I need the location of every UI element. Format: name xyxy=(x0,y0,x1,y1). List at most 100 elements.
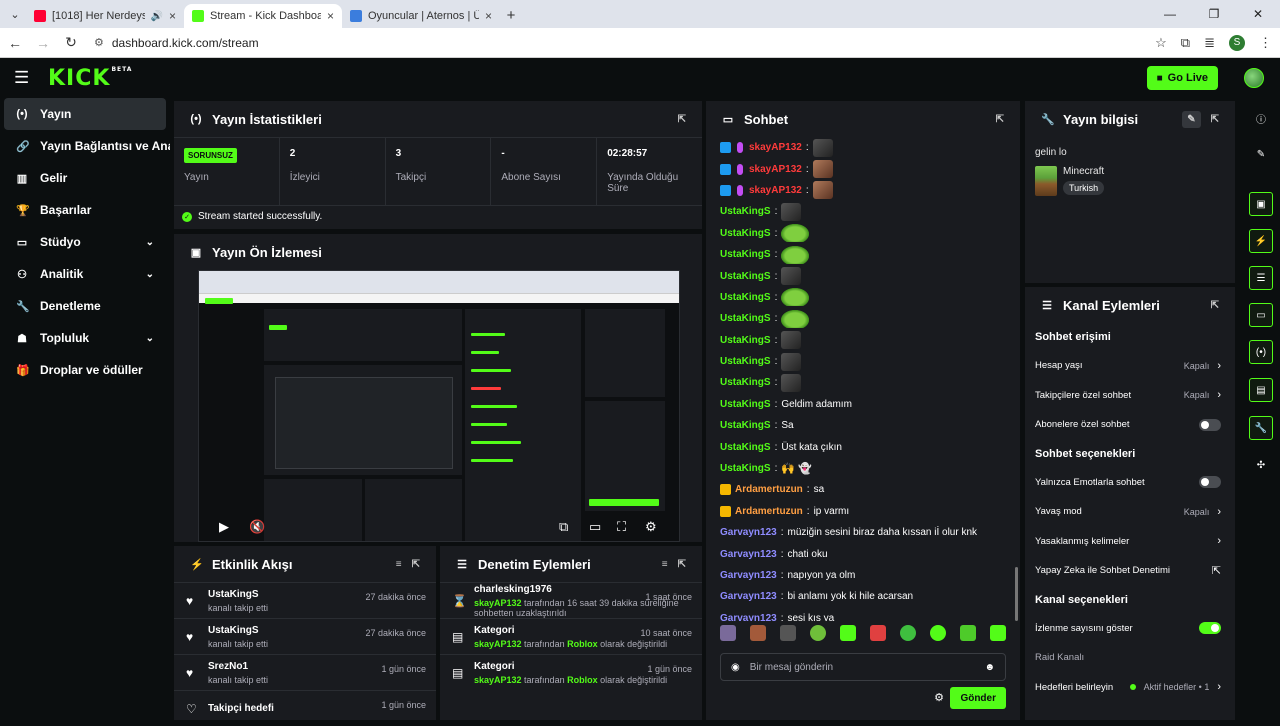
emote-icon[interactable] xyxy=(870,625,886,641)
popout-icon[interactable]: ⇱ xyxy=(996,114,1004,125)
tab-close-icon[interactable]: × xyxy=(485,9,492,23)
tab-close-icon[interactable]: × xyxy=(169,9,176,23)
popout-icon[interactable]: ⇱ xyxy=(1211,300,1219,311)
popout-icon[interactable]: ⇱ xyxy=(678,559,686,570)
chat-username[interactable]: skayAP132 xyxy=(749,185,802,196)
emoji-icon[interactable]: ☻ xyxy=(984,662,995,673)
stack-icon[interactable]: ▤ xyxy=(1249,378,1273,402)
tab-search-icon[interactable]: ⌄ xyxy=(4,3,26,25)
chat-username[interactable]: UstaKingS xyxy=(720,420,771,431)
chat-username[interactable]: Garvayn123 xyxy=(720,527,777,538)
profile-avatar[interactable]: S xyxy=(1229,35,1245,51)
sidebar-item-studio[interactable]: ▭ Stüdyo ⌄ xyxy=(0,226,170,258)
url-field[interactable]: ⚙ dashboard.kick.com/stream xyxy=(92,32,1141,54)
chat-username[interactable]: Garvayn123 xyxy=(720,591,777,602)
forward-icon[interactable]: → xyxy=(36,35,50,51)
sidebar-item-stream[interactable]: (•) Yayın xyxy=(4,98,166,130)
feed-username[interactable]: UstaKingS xyxy=(208,625,268,636)
sidebar-item-moderation[interactable]: 🔧 Denetleme xyxy=(0,290,170,322)
feed-username[interactable]: UstaKingS xyxy=(208,589,268,600)
reading-list-icon[interactable]: ≣ xyxy=(1204,35,1215,51)
chat-username[interactable]: skayAP132 xyxy=(749,164,802,175)
chat-username[interactable]: UstaKingS xyxy=(720,228,771,239)
bookmark-star-icon[interactable]: ☆ xyxy=(1155,35,1167,51)
subs-only-toggle[interactable] xyxy=(1199,419,1221,431)
emote-icon[interactable] xyxy=(960,625,976,641)
audio-icon[interactable]: 🔊 xyxy=(151,11,163,22)
filter-icon[interactable]: ≡ xyxy=(396,559,402,570)
setting-account-age[interactable]: Hesap yaşı Kapalı› xyxy=(1025,351,1235,381)
modlog-game[interactable]: Roblox xyxy=(567,639,598,649)
play-icon[interactable]: ▶ xyxy=(219,519,229,535)
chat-username[interactable]: Ardamertuzun xyxy=(735,506,803,517)
menu-kebab-icon[interactable]: ⋮ xyxy=(1259,35,1272,51)
new-tab-button[interactable]: + xyxy=(500,4,522,26)
modlog-actor[interactable]: skayAP132 xyxy=(474,675,522,685)
mute-icon[interactable]: 🔇 xyxy=(249,519,265,535)
emote-icon[interactable] xyxy=(930,625,946,641)
browser-tab-kick[interactable]: Stream - Kick Dashboard × xyxy=(184,4,342,28)
chat-username[interactable]: skayAP132 xyxy=(749,142,802,153)
chat-username[interactable]: UstaKingS xyxy=(720,356,771,367)
emote-icon[interactable] xyxy=(810,625,826,641)
chat-username[interactable]: UstaKingS xyxy=(720,463,771,474)
emote-icon[interactable] xyxy=(840,625,856,641)
edit-pencil-icon[interactable]: ✎ xyxy=(1249,142,1273,166)
setting-banned-words[interactable]: Yasaklanmış kelimeler › xyxy=(1025,527,1235,557)
sidebar-item-revenue[interactable]: ▥ Gelir xyxy=(0,162,170,194)
chat-username[interactable]: UstaKingS xyxy=(720,377,771,388)
list-icon[interactable]: ☰ xyxy=(1249,266,1273,290)
kick-logo[interactable]: KICKBETA xyxy=(48,66,132,91)
go-live-button[interactable]: ■ Go Live xyxy=(1147,66,1218,90)
chat-username[interactable]: Garvayn123 xyxy=(720,613,777,621)
popout-icon[interactable]: ⇱ xyxy=(678,114,686,125)
chat-username[interactable]: UstaKingS xyxy=(720,313,771,324)
emote-icon[interactable] xyxy=(900,625,916,641)
reload-icon[interactable]: ↻ xyxy=(64,34,78,51)
stream-preview-video[interactable]: ▶ 🔇 ⧉ ▭ ⛶ ⚙ xyxy=(198,270,680,542)
minimize-icon[interactable]: — xyxy=(1148,0,1192,28)
back-icon[interactable]: ← xyxy=(8,35,22,51)
popout-icon[interactable]: ⇱ xyxy=(1211,114,1219,125)
emote-icon[interactable] xyxy=(720,625,736,641)
chat-username[interactable]: UstaKingS xyxy=(720,399,771,410)
chat-messages[interactable]: skayAP132:skayAP132:skayAP132:UstaKingS:… xyxy=(706,137,1020,621)
hamburger-menu-icon[interactable]: ☰ xyxy=(14,68,34,88)
sidebar-item-achievements[interactable]: 🏆 Başarılar xyxy=(0,194,170,226)
setting-goals[interactable]: Hedefleri belirleyin Aktif hedefler • 1› xyxy=(1025,673,1235,703)
edit-pencil-icon[interactable]: ✎ xyxy=(1182,111,1200,128)
chat-username[interactable]: UstaKingS xyxy=(720,206,771,217)
chat-username[interactable]: UstaKingS xyxy=(720,292,771,303)
filter-icon[interactable]: ≡ xyxy=(662,559,668,570)
emote-icon[interactable] xyxy=(750,625,766,641)
wrench-icon[interactable]: 🔧 xyxy=(1249,416,1273,440)
modlog-actor[interactable]: skayAP132 xyxy=(474,639,522,649)
emote-icon[interactable] xyxy=(990,625,1006,641)
setting-slow-mode[interactable]: Yavaş mod Kapalı› xyxy=(1025,497,1235,527)
settings-gear-icon[interactable]: ⚙ xyxy=(645,519,657,535)
modlog-game[interactable]: Roblox xyxy=(567,675,598,685)
extensions-icon[interactable]: ⧉ xyxy=(1181,35,1190,51)
pip-icon[interactable]: ⧉ xyxy=(559,519,568,535)
show-viewers-toggle[interactable] xyxy=(1199,622,1221,634)
chat-username[interactable]: UstaKingS xyxy=(720,335,771,346)
tab-close-icon[interactable]: × xyxy=(327,9,334,23)
sparkle-icon[interactable]: ◉ xyxy=(731,662,740,673)
popout-icon[interactable]: ⇱ xyxy=(412,559,420,570)
chat-input[interactable]: ◉ Bir mesaj gönderin ☻ xyxy=(720,653,1006,681)
fullscreen-icon[interactable]: ⛶ xyxy=(617,519,626,535)
browser-tab-aternos[interactable]: Oyuncular | Aternos | Ücretsiz M × xyxy=(342,4,500,28)
chat-bubble-icon[interactable]: ▭ xyxy=(1249,303,1273,327)
browser-tab-youtube[interactable]: [1018] Her Nerdeysen - You 🔊 × xyxy=(26,4,184,28)
site-info-icon[interactable]: ⚙ xyxy=(94,36,104,49)
chat-username[interactable]: UstaKingS xyxy=(720,249,771,260)
chat-username[interactable]: UstaKingS xyxy=(720,442,771,453)
chat-username[interactable]: Ardamertuzun xyxy=(735,484,803,495)
chat-username[interactable]: Garvayn123 xyxy=(720,570,777,581)
preview-toggle-icon[interactable]: ▣ xyxy=(1249,192,1273,216)
sidebar-item-community[interactable]: ☗ Topluluk ⌄ xyxy=(0,322,170,354)
send-button[interactable]: Gönder xyxy=(950,687,1006,709)
sidebar-item-analytics[interactable]: ⚇ Analitik ⌄ xyxy=(0,258,170,290)
sidebar-item-drops[interactable]: 🎁 Droplar ve ödüller xyxy=(0,354,170,386)
broadcast-icon[interactable]: (•) xyxy=(1249,340,1273,364)
